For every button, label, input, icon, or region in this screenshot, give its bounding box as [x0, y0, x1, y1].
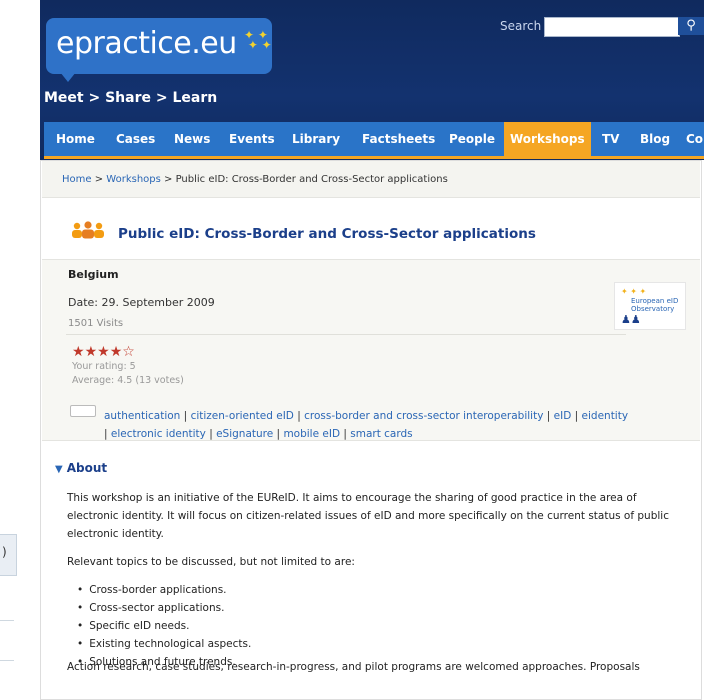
tag-link[interactable]: smart cards — [350, 428, 412, 440]
nav-people[interactable]: People — [449, 122, 495, 156]
european-eid-observatory-logo[interactable]: ✦ ✦ ✦ European eID Observatory ♟♟ — [614, 282, 686, 330]
star-icon[interactable]: ★ — [72, 344, 85, 360]
nav-cases[interactable]: Cases — [116, 122, 155, 156]
tag-link[interactable]: eSignature — [216, 428, 273, 440]
breadcrumb-home[interactable]: Home — [62, 174, 92, 185]
tag-link[interactable]: eID — [554, 410, 572, 422]
nav-blog[interactable]: Blog — [640, 122, 670, 156]
half-star-icon[interactable]: ☆ — [122, 344, 135, 360]
magnifier-icon: ⚲ — [686, 18, 696, 33]
nav-home[interactable]: Home — [56, 122, 95, 156]
event-info-panel: Belgium Date: 29. September 2009 1501 Vi… — [42, 259, 700, 441]
about-body: This workshop is an initiative of the EU… — [67, 489, 687, 671]
search-button[interactable]: ⚲ — [678, 17, 704, 35]
topic-list: Cross-border applications. Cross-sector … — [67, 581, 687, 671]
event-date: Date: 29. September 2009 — [68, 296, 215, 309]
partner-logo-line2: Observatory — [631, 305, 675, 313]
nav-factsheets[interactable]: Factsheets — [362, 122, 435, 156]
star-icon[interactable]: ★ — [85, 344, 98, 360]
tag-link[interactable]: cross-border and cross-sector interopera… — [304, 410, 543, 422]
tag-link[interactable]: electronic identity — [111, 428, 206, 440]
side-tab-glyph: ) — [2, 545, 7, 559]
tag-link[interactable]: citizen-oriented eID — [191, 410, 294, 422]
title-row: Public eID: Cross-Border and Cross-Secto… — [41, 197, 699, 257]
side-divider — [0, 660, 14, 661]
workshop-people-icon — [72, 221, 104, 239]
topic-item: Cross-sector applications. — [77, 599, 687, 617]
visit-count: 1501 Visits — [68, 318, 124, 329]
tag-link[interactable]: authentication — [104, 410, 180, 422]
tag-icon — [70, 405, 96, 417]
breadcrumb-sep: > — [91, 174, 107, 185]
search-label: Search — [500, 19, 542, 33]
site-logo[interactable]: epractice.eu — [56, 26, 237, 61]
people-figure-icon: ♟♟ — [621, 313, 641, 326]
info-divider — [66, 334, 626, 335]
about-paragraph: Action research, case studies, research-… — [67, 661, 640, 673]
star-rating[interactable]: ★★★★☆ — [72, 344, 135, 360]
search-input[interactable] — [544, 17, 680, 37]
logo-stars-icon: ✦ ✦ ✦ ✦ — [244, 28, 272, 52]
nav-tv[interactable]: TV — [602, 122, 619, 156]
expand-triangle-icon: ▼ — [55, 464, 63, 475]
page-title: Public eID: Cross-Border and Cross-Secto… — [118, 226, 536, 242]
breadcrumb-bar: Home > Workshops > Public eID: Cross-Bor… — [42, 161, 700, 198]
breadcrumb-workshops[interactable]: Workshops — [106, 174, 161, 185]
your-rating: Your rating: 5 — [72, 361, 136, 372]
breadcrumb: Home > Workshops > Public eID: Cross-Bor… — [62, 174, 448, 185]
topic-item: Specific eID needs. — [77, 617, 687, 635]
content-panel: Home > Workshops > Public eID: Cross-Bor… — [40, 160, 702, 700]
about-paragraph: Relevant topics to be discussed, but not… — [67, 556, 355, 568]
tag-link[interactable]: mobile eID — [283, 428, 340, 440]
side-divider — [0, 620, 14, 621]
star-icon[interactable]: ★ — [110, 344, 123, 360]
logo-stars-icon: ✦ ✦ ✦ — [621, 287, 647, 296]
partner-logo-line1: European eID — [631, 297, 679, 305]
breadcrumb-sep: > — [160, 174, 176, 185]
tag-list: authentication | citizen-oriented eID | … — [104, 410, 629, 440]
star-icon[interactable]: ★ — [97, 344, 110, 360]
site-tagline: Meet > Share > Learn — [44, 90, 218, 106]
topic-item: Existing technological aspects. — [77, 635, 687, 653]
nav-events[interactable]: Events — [229, 122, 275, 156]
event-country: Belgium — [68, 268, 119, 281]
average-rating: Average: 4.5 (13 votes) — [72, 375, 184, 386]
nav-more[interactable]: Co — [686, 122, 703, 156]
about-heading: About — [66, 461, 108, 475]
about-section-toggle[interactable]: ▼ About — [55, 461, 107, 475]
logo-bubble-tail — [60, 72, 76, 82]
collapsed-side-tab[interactable]: ) — [0, 534, 17, 576]
nav-workshops[interactable]: Workshops — [504, 122, 591, 156]
tag-link[interactable]: eidentity — [582, 410, 629, 422]
nav-library[interactable]: Library — [292, 122, 340, 156]
main-nav: Home Cases News Events Library Factsheet… — [44, 122, 704, 159]
about-paragraph: This workshop is an initiative of the EU… — [67, 492, 669, 540]
breadcrumb-current: Public eID: Cross-Border and Cross-Secto… — [175, 174, 448, 185]
topic-item: Cross-border applications. — [77, 581, 687, 599]
nav-news[interactable]: News — [174, 122, 210, 156]
